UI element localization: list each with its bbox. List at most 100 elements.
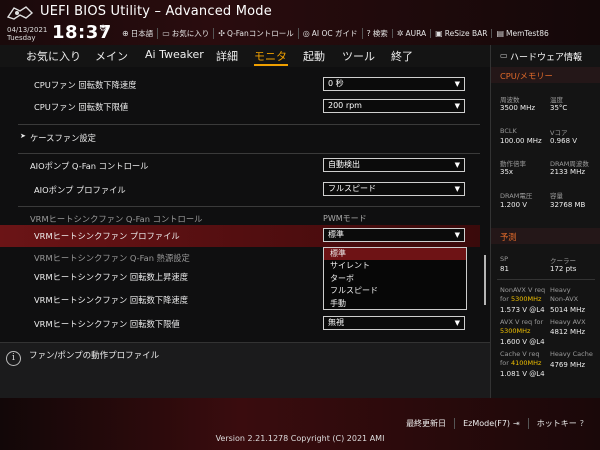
- info-icon: i: [6, 351, 21, 366]
- hardware-monitor: ▭ ハードウェア情報 CPU/メモリー 周波数 温度 3500 MHz 35°C…: [490, 45, 600, 398]
- nonavx-req-for: for 5300MHz: [500, 295, 541, 303]
- setting-label: VRMヒートシンクファン 回転数下限値: [34, 319, 180, 329]
- hotkeys-button[interactable]: ホットキー ?: [527, 418, 592, 429]
- heavy-cache-value: 4769 MHz: [550, 361, 586, 369]
- scrollbar-thumb[interactable]: [484, 255, 486, 305]
- favorites-button[interactable]: ▭ お気に入り: [157, 27, 213, 39]
- menu-tool[interactable]: ツール: [342, 48, 375, 64]
- menu-ai-tweaker[interactable]: Ai Tweaker: [145, 48, 204, 61]
- qfan-label: Q-Fanコントロール: [226, 28, 294, 38]
- cpu-memory-section: CPU/メモリー: [491, 67, 600, 83]
- setting-row[interactable]: CPUファン 回転数下降速度 0 秒 ▼: [0, 74, 480, 96]
- bclk-label: BCLK: [500, 127, 517, 135]
- for-text: for: [500, 359, 512, 367]
- caret-down-icon: ▼: [454, 102, 460, 110]
- avx-req-label: AVX V req for: [500, 318, 544, 326]
- heavy-nonavx-value: 5014 MHz: [550, 306, 586, 314]
- dropdown-option-manual[interactable]: 手動: [324, 298, 466, 310]
- cpu-fan-step-down-select[interactable]: 0 秒 ▼: [323, 77, 465, 91]
- hw-monitor-title: ▭ ハードウェア情報: [500, 50, 582, 63]
- prediction-label: 予測: [500, 232, 517, 242]
- last-modified-button[interactable]: 最終更新日: [398, 418, 454, 429]
- vrm-fan-profile-select[interactable]: 標準 ▼: [323, 228, 465, 242]
- setting-row[interactable]: AIOポンプ プロファイル フルスピード ▼: [0, 179, 480, 201]
- date-display[interactable]: 04/13/2021 Tuesday: [7, 26, 47, 42]
- ratio-label: 動作倍率: [500, 160, 526, 168]
- cpu-fan-speed-low-limit-select[interactable]: 200 rpm ▼: [323, 99, 465, 113]
- menu-boot[interactable]: 起動: [303, 48, 325, 64]
- avx-freq: 5300MHz: [500, 327, 531, 335]
- cache-freq: 4100MHz: [511, 359, 542, 367]
- select-value: 無視: [328, 318, 344, 327]
- search-button[interactable]: ? 検索: [361, 27, 392, 39]
- setting-row[interactable]: AIOポンプ Q-Fan コントロール 自動検出 ▼: [0, 155, 480, 177]
- dropdown-option-turbo[interactable]: ターボ: [324, 273, 466, 285]
- resize-bar-button[interactable]: ▣ ReSize BAR: [430, 28, 491, 38]
- nonavx-req-label: NonAVX V req: [500, 286, 546, 294]
- aio-pump-profile-select[interactable]: フルスピード ▼: [323, 182, 465, 196]
- hw-title-text: ハードウェア情報: [510, 53, 583, 63]
- temp-label: 温度: [550, 96, 563, 104]
- select-value: 0 秒: [328, 79, 344, 88]
- setting-row[interactable]: VRMヒートシンクファン 回転数下限値 無視 ▼: [0, 313, 480, 335]
- memtest-icon: ▤: [496, 28, 505, 38]
- cache-req-for: for 4100MHz: [500, 359, 541, 367]
- monitor-icon: ▭: [500, 51, 508, 60]
- help-panel: i ファン/ポンプの動作プロファイル: [0, 342, 490, 399]
- select-value: 200 rpm: [328, 101, 362, 110]
- readonly-value: PWMモード: [323, 214, 367, 223]
- dropdown-option-standard[interactable]: 標準: [324, 248, 466, 261]
- language-button[interactable]: ⊕ 日本語: [118, 28, 157, 39]
- exit-arrow-icon: ⇥: [513, 419, 520, 428]
- qfan-control-button[interactable]: ✣ Q-Fanコントロール: [213, 27, 298, 39]
- setting-row[interactable]: CPUファン 回転数下限値 200 rpm ▼: [0, 96, 480, 118]
- memtest-button[interactable]: ▤ MemTest86: [491, 28, 552, 38]
- dropdown-option-full-speed[interactable]: フルスピード: [324, 285, 466, 297]
- divider: [18, 124, 480, 125]
- menu-main[interactable]: メイン: [95, 48, 128, 64]
- nonavx-value: 1.573 V @L4: [500, 306, 545, 314]
- case-fan-section[interactable]: ➤ ケースファン設定: [0, 127, 480, 149]
- caret-down-icon: ▼: [454, 185, 460, 193]
- menu-advanced[interactable]: 詳細: [216, 48, 238, 64]
- aio-pump-qfan-control-select[interactable]: 自動検出 ▼: [323, 158, 465, 172]
- active-tab-indicator: [254, 64, 288, 66]
- ai-oc-guide-button[interactable]: ◎ AI OC ガイド: [297, 27, 362, 39]
- setting-label: VRMヒートシンクファン Q-Fan コントロール: [30, 214, 203, 224]
- help-box-icon: ?: [579, 419, 584, 428]
- setting-label: CPUファン 回転数下限値: [34, 102, 129, 112]
- select-value: フルスピード: [328, 184, 376, 193]
- vcore-label: Vコア: [550, 129, 568, 137]
- app-title: UEFI BIOS Utility – Advanced Mode: [40, 4, 272, 19]
- bclk-value: 100.00 MHz: [500, 137, 542, 145]
- capacity-value: 32768 MB: [550, 201, 586, 209]
- cache-req-label: Cache V req: [500, 350, 540, 358]
- setting-row-selected[interactable]: VRMヒートシンクファン プロファイル 標準 ▼: [0, 225, 480, 247]
- menu-favorites[interactable]: お気に入り: [26, 48, 81, 64]
- menu-monitor[interactable]: モニタ: [254, 48, 287, 64]
- resize-bar-icon: ▣: [435, 28, 443, 38]
- main-menu: お気に入り メイン Ai Tweaker 詳細 モニタ 起動 ツール 終了: [0, 45, 490, 68]
- section-label: ケースファン設定: [30, 133, 96, 143]
- heavy-avx-label: Heavy AVX: [550, 318, 586, 326]
- ai-oc-icon: ◎: [302, 28, 310, 38]
- temp-value: 35°C: [550, 104, 568, 112]
- ezmode-button[interactable]: EzMode(F7) ⇥: [454, 418, 528, 429]
- title-bar: UEFI BIOS Utility – Advanced Mode 04/13/…: [0, 0, 600, 45]
- vcore-value: 0.968 V: [550, 137, 578, 145]
- sp-value: 81: [500, 265, 509, 273]
- vrm-fan-speed-low-limit-select[interactable]: 無視 ▼: [323, 316, 465, 330]
- aura-button[interactable]: ✲ AURA: [391, 28, 430, 38]
- cpu-memory-label: CPU/メモリー: [500, 71, 553, 81]
- ezmode-label: EzMode(F7): [463, 419, 511, 428]
- select-value: 自動検出: [328, 160, 360, 169]
- help-text: ファン/ポンプの動作プロファイル: [29, 351, 160, 361]
- hotkeys-label: ホットキー: [536, 419, 577, 428]
- menu-exit[interactable]: 終了: [391, 48, 413, 64]
- heavy-nonavx-label1: Heavy: [550, 286, 571, 294]
- aura-label: AURA: [405, 28, 427, 38]
- ai-oc-label: AI OC ガイド: [311, 28, 358, 38]
- dropdown-option-silent[interactable]: サイレント: [324, 260, 466, 272]
- last-modified-label: 最終更新日: [406, 419, 447, 428]
- clock-settings-gear-icon[interactable]: ⚙: [99, 24, 107, 34]
